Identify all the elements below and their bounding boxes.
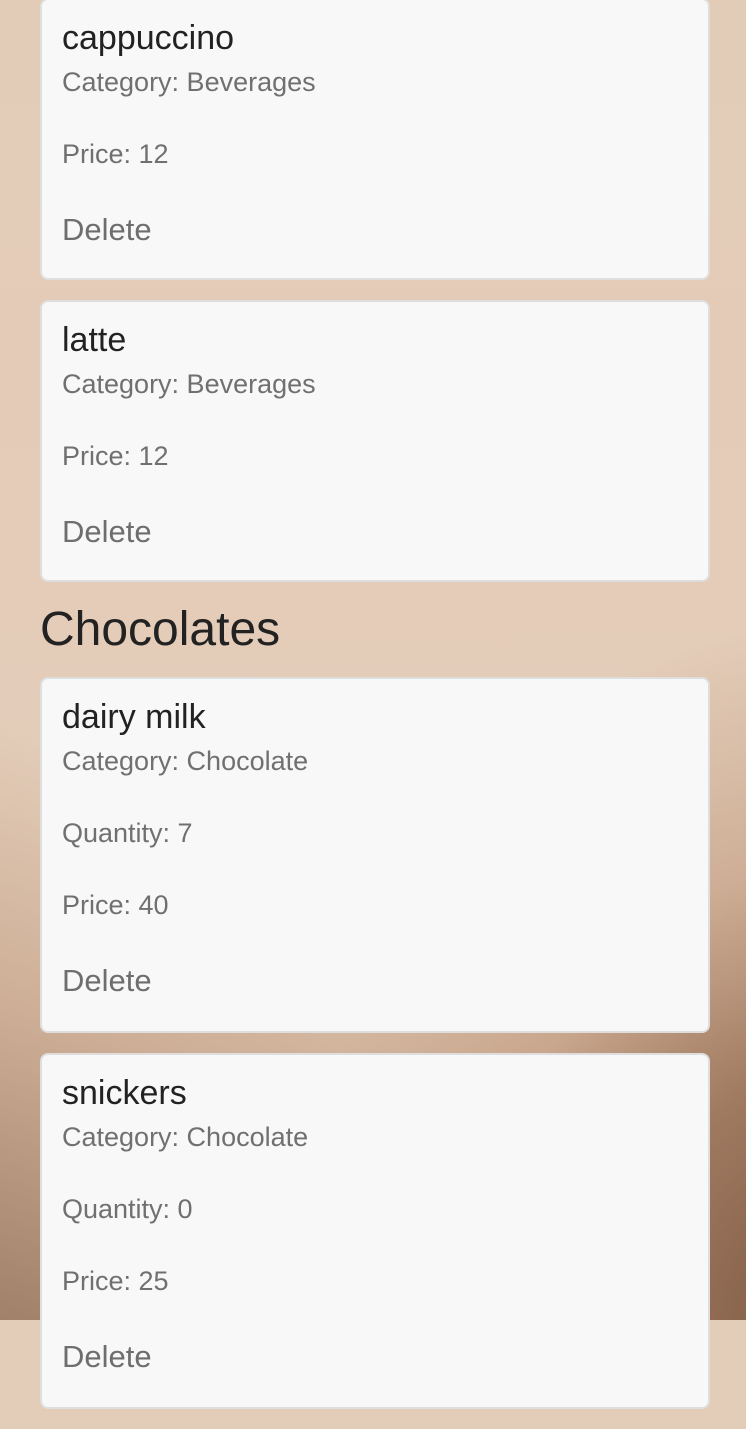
product-card-dairy-milk: dairy milk Category: Chocolate Quantity:… — [40, 676, 710, 1033]
product-category: Category: Chocolate — [62, 745, 309, 776]
product-category: Category: Beverages — [62, 368, 316, 399]
product-quantity: Quantity: 7 — [62, 817, 193, 848]
product-price: Price: 12 — [62, 440, 169, 471]
delete-button[interactable]: Delete — [62, 212, 152, 248]
product-card-snickers: snickers Category: Chocolate Quantity: 0… — [40, 1052, 710, 1409]
delete-button[interactable]: Delete — [62, 514, 152, 550]
delete-button[interactable]: Delete — [62, 1339, 152, 1375]
section-title-chocolates: Chocolates — [40, 603, 281, 656]
product-price: Price: 40 — [62, 889, 169, 920]
product-card-cappuccino: cappuccino Category: Beverages Price: 12… — [40, 0, 710, 280]
product-category: Category: Beverages — [62, 66, 316, 97]
product-card-latte: latte Category: Beverages Price: 12 Dele… — [40, 300, 710, 582]
product-name: snickers — [62, 1073, 187, 1112]
product-quantity: Quantity: 0 — [62, 1193, 193, 1224]
product-price: Price: 25 — [62, 1265, 169, 1296]
product-list: cappuccino Category: Beverages Price: 12… — [40, 0, 710, 1429]
product-name: cappuccino — [62, 19, 235, 57]
product-name: latte — [62, 321, 127, 359]
product-name: dairy milk — [62, 697, 206, 736]
delete-button[interactable]: Delete — [62, 963, 152, 999]
product-category: Category: Chocolate — [62, 1121, 309, 1152]
product-price: Price: 12 — [62, 138, 169, 169]
